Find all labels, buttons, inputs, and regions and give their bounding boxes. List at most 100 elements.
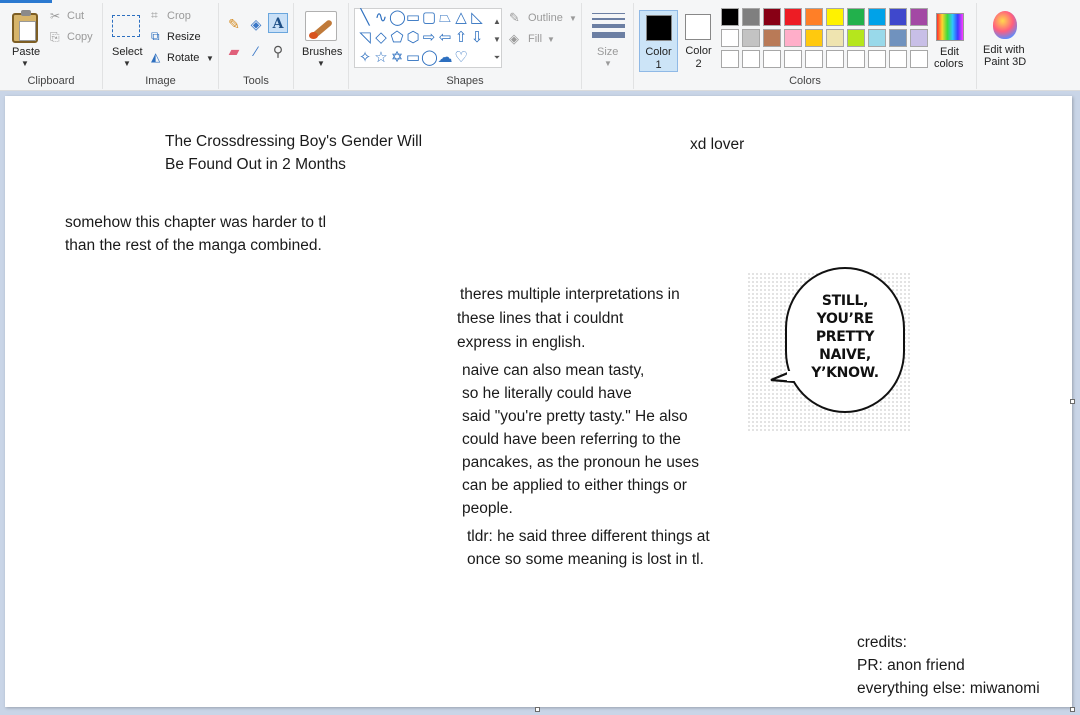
right-arrow-shape-icon[interactable]: ⇨ [421,29,437,47]
palette-swatch[interactable] [742,8,760,26]
fill-icon: ◈ [509,31,519,46]
tldr-line-2: once so some meaning is lost in tl. [467,551,704,568]
palette-swatch[interactable] [721,50,739,68]
fill-label: Fill [528,33,543,45]
ribbon: Paste ▼ ✂ Cut ⎘ Copy Clipboard Select ▼ … [0,0,1080,91]
right-triangle-shape-icon[interactable]: ◺ [469,9,485,27]
scroll-down-icon[interactable]: ▼ [489,31,505,49]
image-group: Select ▼ ⌗ Crop ⧉ Resize ◭ Rotate ▼ Imag… [103,3,219,89]
rotate-button[interactable]: ◭ Rotate ▼ [151,50,215,67]
palette-swatch[interactable] [763,50,781,68]
fill-button[interactable]: ◈ Fill ▼ [509,31,569,48]
palette-swatch[interactable] [910,8,928,26]
six-point-star-icon[interactable]: ✡ [389,49,405,67]
palette-swatch[interactable] [805,50,823,68]
select-button[interactable]: Select ▼ [107,5,147,69]
naive-line-1: naive can also mean tasty, [462,362,645,379]
fill-bucket-icon[interactable]: ◈ [246,14,266,34]
eraser-icon[interactable]: ▰ [224,41,244,61]
outline-button[interactable]: ✎ Outline ▼ [509,10,579,27]
palette-swatch[interactable] [763,29,781,47]
palette-swatch[interactable] [868,29,886,47]
size-button[interactable]: Size ▼ [582,5,634,69]
callout-cloud-icon[interactable]: ☁ [437,49,453,67]
canvas-resize-handle-right[interactable] [1070,399,1075,404]
rectangle-shape-icon[interactable]: ▭ [405,9,421,27]
cut-button[interactable]: ✂ Cut [50,9,98,25]
pentagon-shape-icon[interactable]: ⬠ [389,29,405,47]
palette-swatch[interactable] [847,29,865,47]
palette-swatch[interactable] [826,29,844,47]
palette-swatch[interactable] [784,50,802,68]
pencil-icon[interactable]: ✎ [224,14,244,34]
callout-oval-icon[interactable]: ◯ [421,49,438,67]
rotate-icon: ◭ [151,50,161,64]
right-triangle-2-shape-icon[interactable]: ◹ [357,29,373,47]
title-line-1: The Crossdressing Boy's Gender Will [165,133,423,150]
expand-gallery-icon[interactable]: ⏷ [489,49,505,67]
palette-swatch[interactable] [763,8,781,26]
palette-swatch[interactable] [805,29,823,47]
note-line-1: somehow this chapter was harder to tl [65,214,327,231]
four-point-star-icon[interactable]: ✧ [357,49,373,67]
palette-swatch[interactable] [868,8,886,26]
hexagon-shape-icon[interactable]: ⬡ [405,29,421,47]
cut-label: Cut [67,10,85,22]
resize-button[interactable]: ⧉ Resize [151,29,211,46]
diamond-shape-icon[interactable]: ◇ [373,29,389,47]
heart-shape-icon[interactable]: ♡ [453,49,469,67]
crop-button[interactable]: ⌗ Crop [151,8,211,25]
drawing-canvas[interactable]: The Crossdressing Boy's Gender Will Be F… [5,96,1072,707]
down-arrow-shape-icon[interactable]: ⇩ [469,29,485,47]
edit-with-paint3d-button[interactable]: Edit with Paint 3D [978,5,1034,69]
palette-swatch[interactable] [847,50,865,68]
canvas-resize-handle-corner[interactable] [1070,707,1075,712]
canvas-resize-handle-bottom[interactable] [535,707,540,712]
palette-swatch[interactable] [784,8,802,26]
palette-swatch[interactable] [910,50,928,68]
manga-speech-bubble-image: STILL, YOU’RE PRETTY NAIVE, Y’KNOW. [747,264,912,432]
shapes-gallery[interactable]: ╲ ∿ ◯ ▭ ▢ ⏢ △ ◺ ◹ ◇ ⬠ ⬡ ⇨ ⇦ ⇧ ⇩ ✧ ☆ ✡ ▭ … [354,8,502,68]
line-shape-icon[interactable]: ╲ [357,9,373,27]
color-palette [721,8,931,70]
text-tool-icon[interactable]: A [268,13,288,33]
color-1-button[interactable]: Color 1 [639,10,678,72]
brushes-button[interactable]: Brushes ▼ [294,5,349,69]
magnifier-icon[interactable]: ⚲ [268,41,288,61]
polygon-shape-icon[interactable]: ⏢ [437,9,453,27]
palette-swatch[interactable] [868,50,886,68]
curve-shape-icon[interactable]: ∿ [373,9,389,27]
edit-colors-button[interactable]: Edit colors [931,5,973,70]
palette-swatch[interactable] [910,29,928,47]
edit-colors-label-line2: colors [934,58,964,70]
color-1-swatch [646,15,672,41]
interp-line-3: express in english. [457,334,586,351]
palette-swatch[interactable] [805,8,823,26]
palette-swatch[interactable] [889,8,907,26]
palette-swatch[interactable] [721,8,739,26]
five-point-star-icon[interactable]: ☆ [373,49,389,67]
palette-swatch[interactable] [784,29,802,47]
chevron-down-icon: ▼ [317,59,325,68]
palette-swatch[interactable] [742,50,760,68]
palette-swatch[interactable] [721,29,739,47]
palette-swatch[interactable] [742,29,760,47]
rounded-rectangle-shape-icon[interactable]: ▢ [421,9,437,27]
palette-swatch[interactable] [889,29,907,47]
size-group: Size ▼ [582,3,634,89]
copy-button[interactable]: ⎘ Copy [50,30,98,46]
palette-swatch[interactable] [847,8,865,26]
callout-rect-icon[interactable]: ▭ [405,49,421,67]
paste-button[interactable]: Paste ▼ [4,5,46,69]
palette-swatch[interactable] [826,50,844,68]
up-arrow-shape-icon[interactable]: ⇧ [453,29,469,47]
color-2-button[interactable]: Color 2 [679,10,718,72]
oval-shape-icon[interactable]: ◯ [389,9,406,27]
scroll-up-icon[interactable]: ▲ [489,13,505,31]
crop-label: Crop [167,10,191,22]
left-arrow-shape-icon[interactable]: ⇦ [437,29,453,47]
palette-swatch[interactable] [826,8,844,26]
palette-swatch[interactable] [889,50,907,68]
color-picker-icon[interactable]: ⁄ [246,41,266,61]
triangle-shape-icon[interactable]: △ [453,9,469,27]
